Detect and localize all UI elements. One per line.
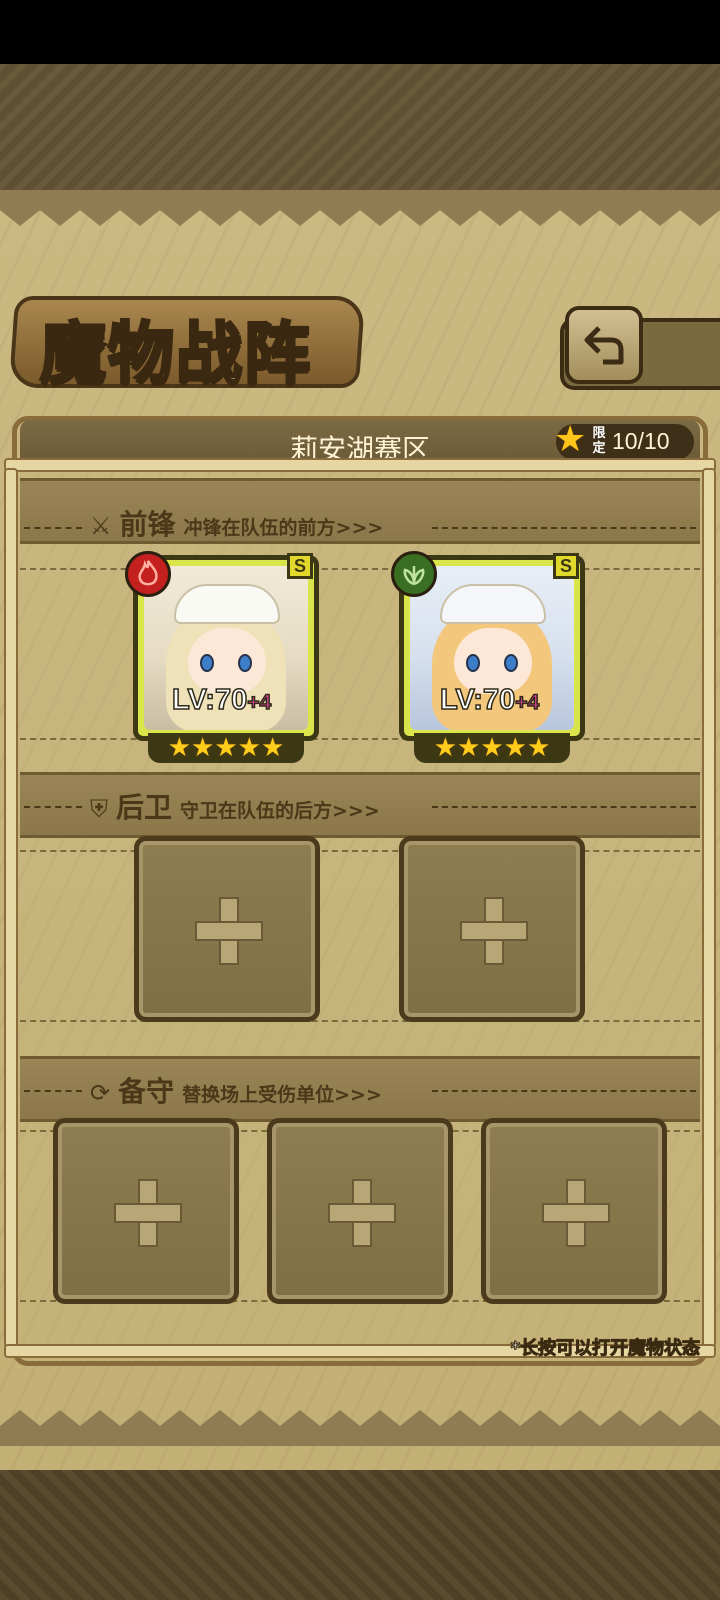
empty-reserve-slot[interactable]	[481, 1118, 667, 1304]
map-background-top	[0, 64, 720, 194]
panel-right-rail	[702, 468, 716, 1348]
section-description: 冲锋在队伍的前方>>>	[183, 517, 384, 539]
limit-star-icon: ★	[554, 419, 587, 460]
torn-edge-top	[0, 190, 720, 226]
star-icon: ★	[480, 733, 504, 763]
empty-reserve-slot[interactable]	[53, 1118, 239, 1304]
star-icon: ★	[457, 733, 481, 763]
unit-hat	[174, 584, 280, 624]
back-button[interactable]	[565, 306, 643, 384]
star-icon: ★	[191, 733, 215, 763]
section-name: 前锋	[119, 508, 176, 541]
section-name: 后卫	[116, 791, 173, 824]
section-divider	[432, 527, 696, 529]
section-description: 守卫在队伍的后方>>>	[180, 800, 380, 822]
unit-eye	[466, 654, 480, 672]
unit-eye	[200, 654, 214, 672]
sword-icon: ⚔	[90, 512, 112, 540]
star-icon: ★	[433, 733, 458, 763]
unit-level: LV:70+4	[439, 683, 540, 717]
empty-back-slot[interactable]	[399, 836, 585, 1022]
status-bar	[0, 0, 720, 64]
front-section-title: ⚔ 前锋 冲锋在队伍的前方>>>	[90, 503, 383, 543]
star-icon: ★	[167, 733, 192, 763]
section-divider	[24, 527, 82, 529]
star-icon: ★	[214, 733, 238, 763]
shield-icon: ⛨	[90, 795, 108, 823]
unit-level: LV:70+4	[171, 683, 272, 717]
back-slot-row	[20, 850, 700, 1022]
star-rating: ★ ★ ★ ★ ★	[414, 733, 570, 763]
panel-top-rail	[4, 458, 716, 472]
swap-icon: ⟳	[90, 1079, 111, 1107]
unit-eye	[238, 654, 252, 672]
long-press-hint: *长按可以打开魔物状态	[510, 1338, 700, 1360]
fire-element-icon	[125, 551, 171, 597]
map-background-bottom	[0, 1470, 720, 1600]
section-divider	[24, 806, 82, 808]
plus-icon	[114, 1179, 182, 1247]
grass-element-icon	[391, 551, 437, 597]
plus-icon	[460, 897, 528, 965]
unit-hat	[440, 584, 546, 624]
rank-badge: S	[553, 553, 579, 579]
plus-icon	[542, 1179, 610, 1247]
section-description: 替换场上受伤单位>>>	[182, 1084, 382, 1106]
back-arrow-icon	[584, 326, 624, 365]
star-rating: ★ ★ ★ ★ ★	[148, 733, 304, 763]
front-slot-row	[20, 568, 700, 740]
star-icon: ★	[260, 733, 285, 763]
plus-icon	[328, 1179, 396, 1247]
section-divider	[432, 806, 696, 808]
torn-edge-bottom	[0, 1410, 720, 1446]
section-name: 备守	[118, 1075, 175, 1108]
empty-reserve-slot[interactable]	[267, 1118, 453, 1304]
page-title: 魔物战阵	[39, 313, 312, 394]
back-section-title: ⛨ 后卫 守卫在队伍的后方>>>	[90, 786, 380, 826]
reserve-section-title: ⟳ 备守 替换场上受伤单位>>>	[90, 1070, 382, 1110]
empty-back-slot[interactable]	[134, 836, 320, 1022]
star-icon: ★	[237, 733, 261, 763]
limit-count: 10/10	[612, 428, 670, 454]
section-divider	[432, 1090, 696, 1092]
panel-left-rail	[4, 468, 18, 1348]
limit-label: 限定	[592, 426, 606, 456]
star-icon: ★	[503, 733, 527, 763]
star-icon: ★	[526, 733, 551, 763]
rank-badge: S	[287, 553, 313, 579]
unit-eye	[504, 654, 518, 672]
section-divider	[24, 1090, 82, 1092]
plus-icon	[195, 897, 263, 965]
